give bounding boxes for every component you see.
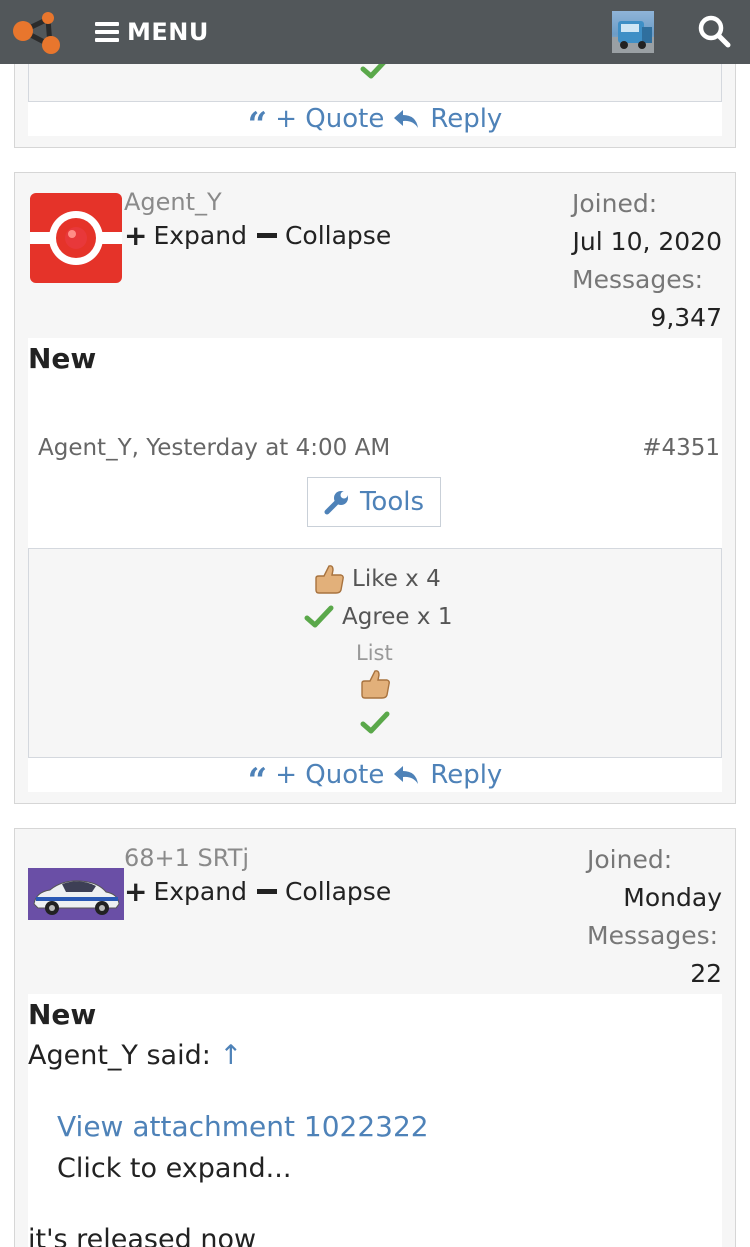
jump-to-quote-arrow-icon[interactable]: ↑ bbox=[219, 1040, 242, 1071]
post-actions: “ + Quote Reply bbox=[28, 758, 722, 798]
quote-author: Agent_Y said: ↑ bbox=[28, 1040, 242, 1071]
messages-value: 9,347 bbox=[650, 303, 722, 332]
click-to-expand[interactable]: Click to expand... bbox=[57, 1153, 291, 1184]
messages-value: 22 bbox=[690, 959, 722, 988]
checkmark-icon[interactable] bbox=[360, 710, 390, 736]
expand-collapse-controls: + Expand Collapse bbox=[124, 219, 391, 252]
minus-icon bbox=[256, 233, 277, 238]
menu-label: MENU bbox=[127, 18, 209, 46]
user-avatar[interactable] bbox=[612, 11, 654, 53]
search-icon[interactable] bbox=[697, 14, 731, 48]
expand-collapse-controls: + Expand Collapse bbox=[124, 875, 391, 908]
quote-author-name: Agent_Y said: bbox=[28, 1040, 211, 1071]
reply-button[interactable]: Reply bbox=[430, 760, 502, 790]
agree-count: Agree x 1 bbox=[342, 604, 453, 630]
network-logo-icon[interactable] bbox=[12, 9, 62, 55]
plus-icon: + bbox=[124, 875, 148, 908]
messages-label: Messages: bbox=[587, 921, 719, 950]
post-author-date[interactable]: Agent_Y, Yesterday at 4:00 AM bbox=[38, 435, 390, 461]
reply-arrow-icon bbox=[394, 110, 419, 128]
reply-button[interactable]: Reply bbox=[430, 104, 502, 134]
quote-icon: “ bbox=[247, 105, 268, 145]
quote-button[interactable]: + Quote bbox=[275, 104, 384, 134]
quote-icon: “ bbox=[247, 761, 268, 801]
camera-avatar-image bbox=[30, 211, 122, 265]
tools-label: Tools bbox=[359, 487, 425, 517]
hamburger-icon bbox=[95, 22, 119, 42]
thumbs-up-icon bbox=[315, 565, 344, 594]
messages-label: Messages: bbox=[572, 265, 704, 294]
attachment-link[interactable]: View attachment 1022322 bbox=[57, 1110, 429, 1143]
new-label: New bbox=[28, 998, 97, 1031]
thumbs-up-icon[interactable] bbox=[358, 667, 392, 701]
previous-post-actions: “ + Quote Reply bbox=[28, 102, 722, 142]
joined-value: Jul 10, 2020 bbox=[572, 227, 722, 256]
reply-arrow-icon bbox=[394, 766, 419, 784]
menu-button[interactable]: MENU bbox=[95, 16, 209, 48]
joined-label: Joined: bbox=[587, 845, 673, 874]
avatar[interactable] bbox=[28, 868, 124, 920]
quote-button[interactable]: + Quote bbox=[275, 760, 384, 790]
like-count: Like x 4 bbox=[352, 566, 441, 592]
joined-value: Monday bbox=[623, 883, 722, 912]
post-body-text: it's released now bbox=[28, 1224, 257, 1247]
username[interactable]: 68+1 SRTj bbox=[124, 844, 249, 872]
car-avatar-image bbox=[33, 880, 120, 915]
expand-button[interactable]: Expand bbox=[153, 221, 247, 250]
reactions-list-link[interactable]: List bbox=[356, 641, 393, 665]
collapse-button[interactable]: Collapse bbox=[285, 221, 391, 250]
truck-avatar-image bbox=[612, 21, 654, 53]
tools-button[interactable]: Tools bbox=[307, 477, 441, 527]
avatar[interactable] bbox=[30, 193, 122, 283]
minus-icon bbox=[256, 889, 277, 894]
checkmark-icon bbox=[304, 605, 334, 628]
plus-icon: + bbox=[124, 219, 148, 252]
collapse-button[interactable]: Collapse bbox=[285, 877, 391, 906]
username[interactable]: Agent_Y bbox=[124, 188, 222, 216]
like-reaction[interactable]: Like x 4 bbox=[312, 562, 441, 596]
post-number[interactable]: #4351 bbox=[642, 435, 720, 461]
new-label: New bbox=[28, 342, 97, 375]
agree-reaction[interactable]: Agree x 1 bbox=[304, 604, 452, 630]
top-navigation-bar: MENU bbox=[0, 0, 750, 64]
wrench-icon bbox=[324, 491, 348, 515]
joined-label: Joined: bbox=[572, 189, 658, 218]
expand-button[interactable]: Expand bbox=[153, 877, 247, 906]
